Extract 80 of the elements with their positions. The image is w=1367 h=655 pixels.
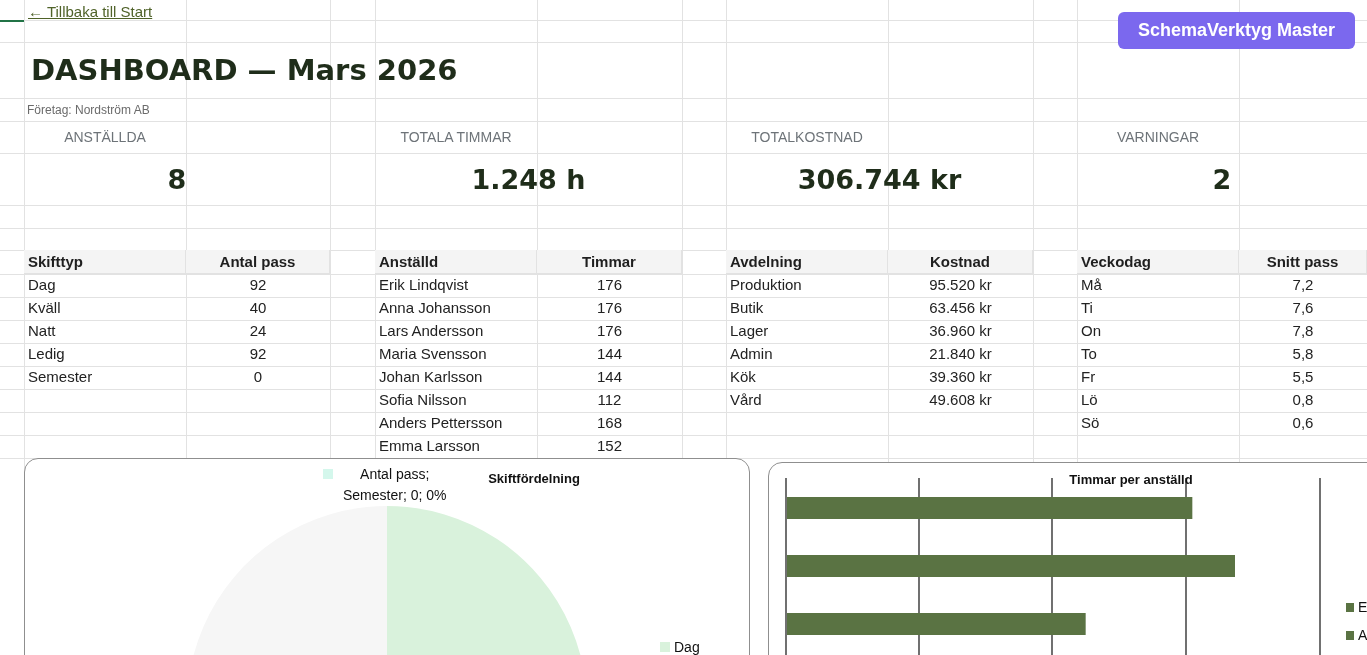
column-header: Snitt pass	[1239, 250, 1367, 274]
table-cell-text: Lager	[729, 320, 770, 341]
table-cell-text: Butik	[729, 297, 765, 318]
table-cell-text: Kväll	[27, 297, 62, 318]
column-header: Avdelning	[726, 250, 888, 274]
legend-swatch	[1346, 630, 1354, 640]
table-cell-text: Dag	[27, 274, 57, 295]
table-cell-text: Natt	[27, 320, 57, 341]
table-cell-text: 24	[248, 320, 268, 341]
chart-title: Skiftfördelning	[488, 471, 580, 486]
back-link[interactable]: ← Tillbaka till Start	[28, 3, 153, 20]
table-cell-text: 176	[596, 297, 623, 318]
table-cell-text: Ledig	[27, 343, 66, 364]
table-cell-text: 5,5	[1291, 366, 1315, 387]
kpi-label: VARNINGAR	[1116, 129, 1200, 145]
table-cell-text: On	[1080, 320, 1102, 341]
table-cell-text: 176	[596, 320, 623, 341]
table-cell-text: 144	[596, 343, 623, 364]
chart-title: Timmar per anställd	[1069, 472, 1193, 487]
column-header: Kostnad	[888, 250, 1033, 274]
column-header: Timmar	[537, 250, 682, 274]
table-cell-text: 0,6	[1291, 412, 1315, 433]
legend-swatch	[1346, 602, 1354, 612]
table-cell-text: 7,6	[1291, 297, 1315, 318]
table-cell-text: 176	[596, 274, 623, 295]
table-cell-text: 40	[248, 297, 268, 318]
table-cell-text: To	[1080, 343, 1098, 364]
table-cell-text: 92	[248, 274, 268, 295]
table-cell-text: 63.456 kr	[928, 297, 993, 318]
table-cell-text: 144	[596, 366, 623, 387]
table-cell-text: 21.840 kr	[928, 343, 993, 364]
table-cell-text: Kök	[729, 366, 757, 387]
table-cell-text: 7,8	[1291, 320, 1315, 341]
table-cell-text: 36.960 kr	[928, 320, 993, 341]
legend-label: A	[1358, 627, 1367, 643]
column-header: Antal pass	[186, 250, 330, 274]
table-cell-text: Erik Lindqvist	[378, 274, 470, 295]
table-cell-text: 152	[596, 435, 623, 456]
table-cell-text: Fr	[1080, 366, 1097, 387]
table-cell-text: 95.520 kr	[928, 274, 993, 295]
table-cell-text: Produktion	[729, 274, 803, 295]
data-label: Antal pass; Semester; 0; 0%	[343, 465, 447, 505]
table-cell-text: 0,8	[1291, 389, 1315, 410]
kpi-value: 2	[1212, 163, 1232, 195]
table-cell-text: 7,2	[1291, 274, 1315, 295]
legend-label: Dag	[674, 639, 700, 655]
company-label: Företag: Nordström AB	[27, 102, 150, 117]
table-cell-text: Johan Karlsson	[378, 366, 484, 387]
table-cell-text: Anna Johansson	[378, 297, 492, 318]
column-header: Veckodag	[1077, 250, 1239, 274]
kpi-value: 1.248 h	[471, 163, 586, 195]
kpi-label: ANSTÄLLDA	[64, 129, 146, 145]
table-cell-text: 49.608 kr	[928, 389, 993, 410]
table-cell-text: 92	[248, 343, 268, 364]
table-cell-text: Sofia Nilsson	[378, 389, 468, 410]
kpi-value: 306.744 kr	[797, 163, 962, 195]
table-cell-text: Emma Larsson	[378, 435, 481, 456]
legend-label: E	[1358, 599, 1367, 615]
table-cell-text: Vård	[729, 389, 763, 410]
table-cell-text: Semester	[27, 366, 94, 387]
table-cell-text: Må	[1080, 274, 1103, 295]
table-cell-text: Admin	[729, 343, 774, 364]
page-title: DASHBOARD — Mars 2026	[31, 53, 458, 87]
table-cell-text: Ti	[1080, 297, 1094, 318]
app-badge: SchemaVerktyg Master	[1117, 12, 1355, 49]
table-cell-text: Lars Andersson	[378, 320, 485, 341]
table-cell-text: 39.360 kr	[928, 366, 993, 387]
table-cell-text: 112	[596, 389, 623, 410]
column-header: Anställd	[375, 250, 537, 274]
column-header: Skifttyp	[24, 250, 186, 274]
table-cell-text: Maria Svensson	[378, 343, 488, 364]
kpi-label: TOTALKOSTNAD	[751, 129, 863, 145]
kpi-label: TOTALA TIMMAR	[400, 129, 512, 145]
table-cell-text: Sö	[1080, 412, 1101, 433]
table-cell-text: 168	[596, 412, 623, 433]
table-cell-text: Lö	[1080, 389, 1099, 410]
kpi-value: 8	[167, 163, 187, 195]
table-cell-text: 5,8	[1291, 343, 1315, 364]
table-cell-text: 0	[252, 366, 264, 387]
table-cell-text: Anders Pettersson	[378, 412, 504, 433]
